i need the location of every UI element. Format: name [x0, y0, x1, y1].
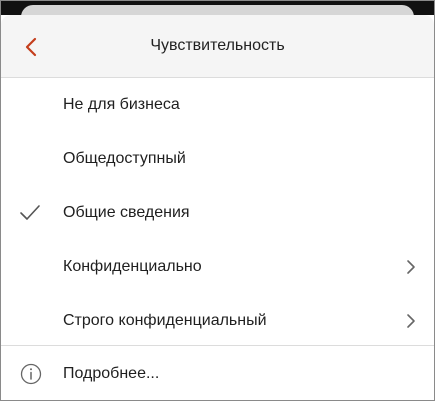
sensitivity-sheet: Чувствительность Не для бизнеса Общедост… [1, 15, 434, 400]
sensitivity-item-highly-confidential[interactable]: Строго конфиденциальный [1, 294, 434, 348]
chevron-right-icon [407, 260, 415, 274]
chevron-right-icon [407, 314, 415, 328]
item-label: Конфиденциально [63, 258, 202, 275]
divider [1, 345, 434, 346]
item-label: Строго конфиденциальный [63, 312, 267, 329]
sensitivity-item-general[interactable]: Общие сведения [1, 186, 434, 240]
checkmark-icon [20, 205, 40, 220]
chevron-left-icon [25, 37, 37, 57]
learn-more-link[interactable]: Подробнее... [1, 349, 434, 399]
sensitivity-item-not-for-business[interactable]: Не для бизнеса [1, 78, 434, 132]
sensitivity-panel: Чувствительность Не для бизнеса Общедост… [0, 0, 435, 401]
sensitivity-item-public[interactable]: Общедоступный [1, 132, 434, 186]
sensitivity-list: Не для бизнеса Общедоступный Общие сведе… [1, 78, 434, 348]
sensitivity-item-confidential[interactable]: Конфиденциально [1, 240, 434, 294]
sheet-header: Чувствительность [1, 15, 434, 78]
page-title: Чувствительность [150, 37, 285, 54]
info-icon [20, 363, 42, 385]
item-label: Общие сведения [63, 204, 190, 221]
back-button[interactable] [15, 31, 47, 63]
item-label: Не для бизнеса [63, 96, 180, 113]
learn-more-label: Подробнее... [63, 365, 160, 382]
item-label: Общедоступный [63, 150, 186, 167]
